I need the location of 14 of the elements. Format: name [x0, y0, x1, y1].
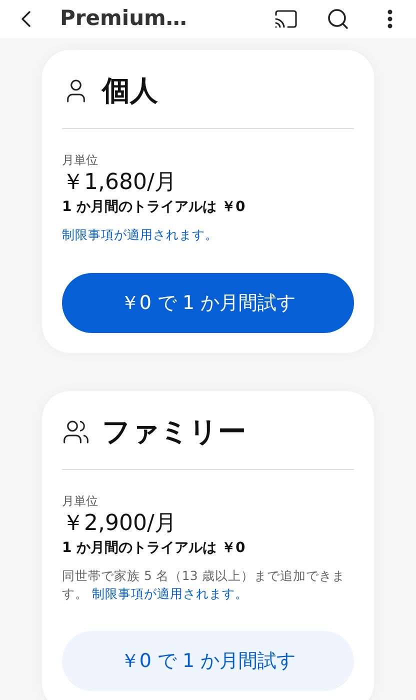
plan-name: ファミリー: [102, 414, 246, 450]
plan-price: ￥2,900/月: [62, 510, 178, 538]
trial-button[interactable]: ￥0 で 1 か月間試す: [62, 630, 354, 691]
trial-button[interactable]: ￥0 で 1 か月間試す: [62, 272, 354, 333]
page-title: Premium…: [60, 5, 187, 32]
billing-period: 月単位: [62, 152, 99, 169]
terms-link[interactable]: 制限事項が適用されます。: [62, 226, 354, 245]
trial-info: 1 か月間のトライアルは ￥0: [62, 538, 246, 558]
trial-info: 1 か月間のトライアルは ￥0: [62, 198, 246, 217]
plan-name: 個人: [102, 73, 158, 109]
billing-period: 月単位: [62, 492, 99, 510]
plan-price: ￥1,680/月: [62, 169, 178, 197]
plan-description: 同世帯で家族 5 名（13 歳以上）まで追加できます。 制限事項が適用されます。: [62, 566, 346, 603]
terms-link[interactable]: 制限事項が適用されます。: [92, 586, 248, 601]
